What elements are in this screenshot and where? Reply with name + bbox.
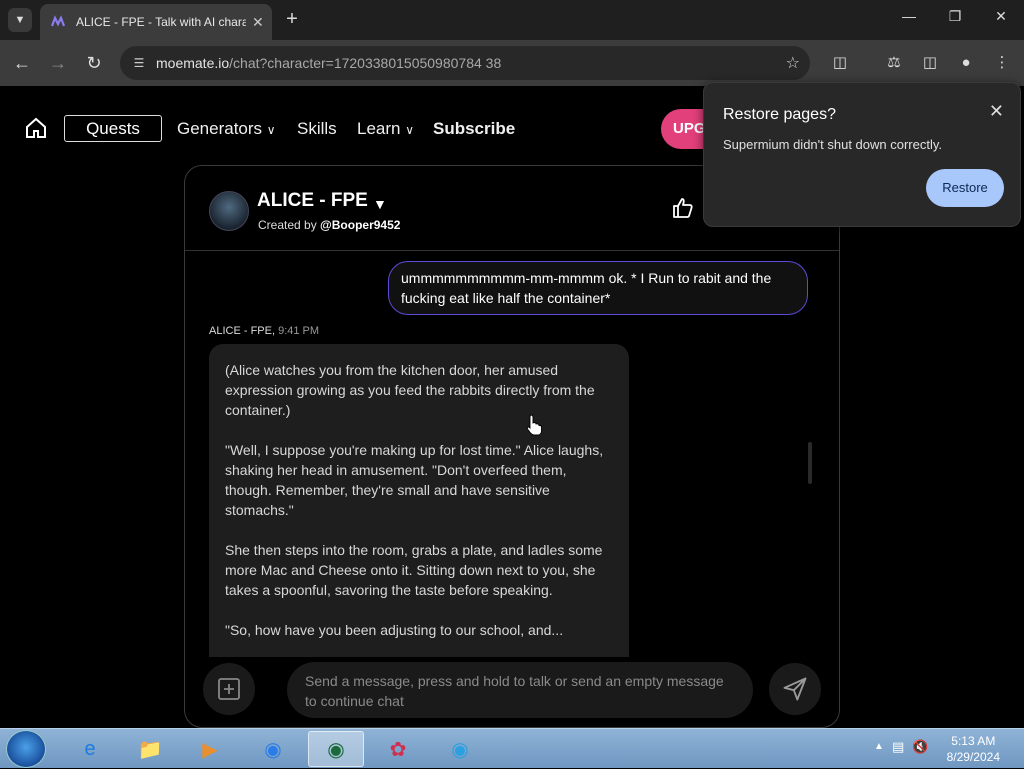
active-tab[interactable]: ALICE - FPE - Talk with AI chara ✕ [40,4,272,40]
chrome-browser-icon[interactable]: ◉ [245,731,301,767]
caret-down-icon[interactable]: ▼ [373,196,387,212]
app-swirl-icon[interactable]: ✿ [370,731,426,767]
browser-tab-bar: ▼ ALICE - FPE - Talk with AI chara ✕ + —… [0,0,1024,40]
character-avatar[interactable] [209,191,249,231]
ai-paragraph: "So, how have you been adjusting to our … [225,622,564,638]
ai-message-bubble: (Alice watches you from the kitchen door… [209,344,629,657]
browser-toolbar: ← → ↻ ☰ moemate.io/chat?character=172033… [0,40,1024,86]
reload-icon[interactable]: ↻ [83,52,105,74]
labs-flask-icon[interactable]: ⚖ [883,52,905,74]
add-attachment-button[interactable] [203,663,255,715]
ai-paragraph: She then steps into the room, grabs a pl… [225,542,603,598]
tab-close-icon[interactable]: ✕ [252,14,264,31]
forward-icon[interactable]: → [47,52,69,74]
site-info-icon[interactable]: ☰ [130,54,148,72]
thumbs-up-icon[interactable] [671,196,695,220]
moemate-favicon-icon [50,15,66,27]
windows-taskbar: e 📁 ▶ ◉ ◉ ✿ ◉ ▲ ▤ 🔇 5:13 AM 8/29/2024 [0,728,1024,768]
skills-link[interactable]: Skills [297,119,337,139]
minimize-icon[interactable]: — [894,8,924,24]
home-icon[interactable] [24,116,48,140]
close-window-icon[interactable]: ✕ [986,8,1016,25]
system-tray: ▲ ▤ 🔇 5:13 AM 8/29/2024 [864,729,1024,769]
learn-menu[interactable]: Learn ∨ [357,119,414,139]
tab-search-dropdown[interactable]: ▼ [8,8,32,32]
edge-browser-icon[interactable]: ◉ [432,731,488,767]
creator-link[interactable]: @Booper9452 [320,218,400,232]
dialog-title: Restore pages? [723,106,836,123]
ai-paragraph: "Well, I suppose you're making up for lo… [225,442,604,518]
message-input[interactable]: Send a message, press and hold to talk o… [287,662,753,718]
restore-button[interactable]: Restore [926,169,1004,207]
tab-title: ALICE - FPE - Talk with AI chara [76,15,246,29]
send-button[interactable] [769,663,821,715]
back-icon[interactable]: ← [11,52,33,74]
extensions-icon[interactable]: ◫ [829,52,851,74]
scrollbar-thumb[interactable] [808,442,812,484]
character-name[interactable]: ALICE - FPE [257,190,368,212]
url-text: moemate.io/chat?character=17203380150509… [156,55,502,71]
subscribe-link[interactable]: Subscribe [433,119,515,139]
side-panel-icon[interactable]: ◫ [919,52,941,74]
chevron-down-icon: ∨ [405,123,415,137]
chevron-down-icon: ∨ [266,123,276,137]
close-icon[interactable]: ✕ [989,101,1004,122]
supermium-browser-icon[interactable]: ◉ [308,731,364,767]
start-button[interactable] [6,730,46,768]
address-bar[interactable]: ☰ moemate.io/chat?character=172033801505… [120,46,810,80]
created-by: Created by @Booper9452 [258,218,401,232]
chat-panel: ALICE - FPE ▼ Created by @Booper9452 umm… [184,165,840,728]
internet-explorer-icon[interactable]: e [62,731,118,767]
network-icon[interactable]: ▤ [892,739,904,755]
profile-icon[interactable]: ● [955,52,977,74]
send-icon [783,677,807,701]
dialog-message: Supermium didn't shut down correctly. [723,137,943,152]
user-message-bubble: ummmmmmmmmm-mm-mmmm ok. * I Run to rabit… [388,261,808,315]
clock[interactable]: 5:13 AM 8/29/2024 [947,733,1000,765]
message-composer: Send a message, press and hold to talk o… [185,657,839,727]
generators-menu[interactable]: Generators ∨ [177,119,276,139]
tray-expand-icon[interactable]: ▲ [874,741,884,752]
media-player-icon[interactable]: ▶ [182,731,238,767]
quests-button[interactable]: Quests [64,115,162,142]
restore-window-icon[interactable]: ❐ [940,8,970,25]
hand-cursor-icon [526,414,542,436]
message-list[interactable]: ummmmmmmmmm-mm-mmmm ok. * I Run to rabit… [185,252,839,657]
new-tab-button[interactable]: + [282,8,302,32]
bookmark-star-icon[interactable]: ☆ [786,53,800,73]
ai-paragraph: (Alice watches you from the kitchen door… [225,362,595,418]
restore-pages-dialog: Restore pages? ✕ Supermium didn't shut d… [703,82,1021,227]
menu-kebab-icon[interactable]: ⋮ [991,52,1013,74]
plus-square-icon [218,678,240,700]
ai-message-meta: ALICE - FPE, 9:41 PM [209,325,320,337]
file-explorer-icon[interactable]: 📁 [122,731,178,767]
volume-muted-icon[interactable]: 🔇 [912,739,928,755]
